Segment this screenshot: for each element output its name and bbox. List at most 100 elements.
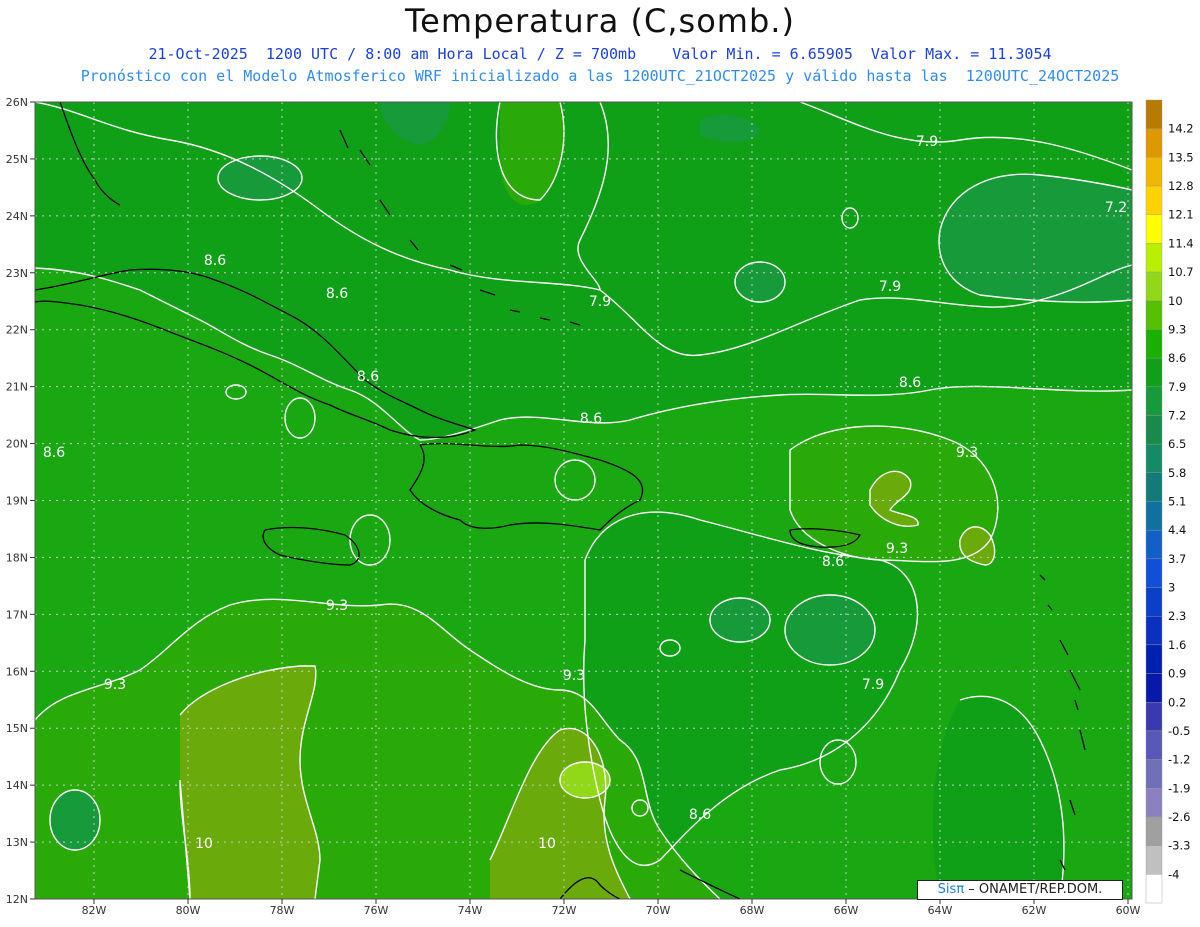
credit-badge: Sisπ – ONAMET/REP.DOM. xyxy=(917,880,1123,900)
colorbar-label: -0.5 xyxy=(1168,724,1190,738)
colorbar-swatch xyxy=(1145,759,1163,789)
colorbar-swatch xyxy=(1145,300,1163,330)
colorbar-label: 5.1 xyxy=(1168,495,1186,509)
colorbar-label: 11.4 xyxy=(1168,236,1194,250)
lat-tick-label: 22N xyxy=(6,324,28,337)
colorbar-swatch xyxy=(1145,185,1163,215)
lat-tick-label: 14N xyxy=(6,779,28,792)
colorbar-label: 10.7 xyxy=(1168,265,1194,279)
colorbar-label: 12.1 xyxy=(1168,208,1194,222)
contour-value-label: 9.3 xyxy=(104,677,126,693)
colorbar-label: -4 xyxy=(1168,867,1179,881)
lon-tick-label: 64W xyxy=(928,904,953,917)
colorbar-label: -1.9 xyxy=(1168,781,1190,795)
lat-tick-label: 25N xyxy=(6,153,28,166)
colorbar-swatch xyxy=(1145,816,1163,846)
contour-value-label: 9.3 xyxy=(326,598,348,614)
colorbar-label: 3 xyxy=(1168,581,1175,595)
colorbar-swatch xyxy=(1145,845,1163,875)
credit-text: – ONAMET/REP.DOM. xyxy=(968,882,1103,897)
colorbar-swatch xyxy=(1145,644,1163,674)
colorbar-swatch xyxy=(1145,874,1163,904)
lon-tick-label: 66W xyxy=(834,904,859,917)
lat-tick-label: 26N xyxy=(6,96,28,109)
colorbar-label: 8.6 xyxy=(1168,351,1186,365)
colorbar-swatch xyxy=(1145,730,1163,760)
colorbar-label: 13.5 xyxy=(1168,150,1194,164)
colorbar-label: 2.3 xyxy=(1168,609,1186,623)
colorbar-label: 7.2 xyxy=(1168,408,1186,422)
colorbar-label: 3.7 xyxy=(1168,552,1186,566)
contour-value-label: 9.3 xyxy=(956,445,978,461)
lat-tick-label: 18N xyxy=(6,551,28,564)
colorbar-swatch xyxy=(1145,243,1163,273)
contour-value-label: 8.6 xyxy=(822,554,844,570)
lon-tick-label: 74W xyxy=(458,904,483,917)
colorbar-label: 0.9 xyxy=(1168,667,1186,681)
colorbar-swatch xyxy=(1145,702,1163,732)
longitude-axis: 82W 80W 78W 76W 74W 72W 70W 68W 66W 64W 62W 60W xyxy=(82,899,1141,917)
lon-tick-label: 70W xyxy=(646,904,671,917)
shade-10-west xyxy=(180,666,320,899)
contour-value-label: 8.6 xyxy=(204,253,226,269)
colorbar-label: 4.4 xyxy=(1168,523,1186,537)
colorbar-label: 0.2 xyxy=(1168,695,1186,709)
temperature-map: 8.6 8.6 8.6 8.6 8.6 7.9 7.9 7.9 7.2 8.6 9.3 9.3 8.6 9… xyxy=(6,96,1194,917)
contour-value-label: 10 xyxy=(538,836,556,852)
contour-value-label: 7.9 xyxy=(916,134,938,150)
colorbar-label: 7.9 xyxy=(1168,380,1186,394)
lat-tick-label: 16N xyxy=(6,665,28,678)
contour-value-label: 7.2 xyxy=(1105,200,1127,216)
contour-value-label: 8.6 xyxy=(899,375,921,391)
contour-value-label: 8.6 xyxy=(43,445,65,461)
contour-value-label: 10 xyxy=(195,836,213,852)
credit-sis: Sis xyxy=(937,882,957,897)
lat-tick-label: 21N xyxy=(6,381,28,394)
credit-pi: π xyxy=(956,882,965,897)
lon-tick-label: 72W xyxy=(552,904,577,917)
lat-tick-label: 24N xyxy=(6,210,28,223)
colorbar-swatch xyxy=(1145,558,1163,588)
colorbar-swatch xyxy=(1145,587,1163,617)
contour-value-label: 7.9 xyxy=(862,677,884,693)
colorbar-swatch xyxy=(1145,386,1163,416)
colorbar-swatch xyxy=(1145,357,1163,387)
colorbar-label: 12.8 xyxy=(1168,179,1194,193)
contour-value-label: 8.6 xyxy=(357,369,379,385)
colorbar-label: 9.3 xyxy=(1168,322,1186,336)
lon-tick-label: 78W xyxy=(270,904,295,917)
colorbar-swatch xyxy=(1145,472,1163,502)
lon-tick-label: 82W xyxy=(82,904,107,917)
colorbar-swatch xyxy=(1145,788,1163,818)
lat-tick-label: 15N xyxy=(6,722,28,735)
colorbar: 14.2 13.5 12.8 12.1 11.4 10.7 10 9.3 8.6 7.9 7.2 6.… xyxy=(1145,99,1194,904)
colorbar-swatch xyxy=(1145,214,1163,244)
lat-tick-label: 23N xyxy=(6,267,28,280)
colorbar-label: -3.3 xyxy=(1168,839,1190,853)
contour-value-label: 9.3 xyxy=(886,541,908,557)
lat-tick-label: 12N xyxy=(6,893,28,906)
contour-value-label: 8.6 xyxy=(326,286,348,302)
contour-value-label: 8.6 xyxy=(580,411,602,427)
colorbar-swatch xyxy=(1145,415,1163,445)
latitude-axis: 26N 25N 24N 23N 22N 21N 20N 19N 18N 17N 16N 15N 14N 1… xyxy=(6,96,35,906)
colorbar-swatch xyxy=(1145,271,1163,301)
colorbar-swatch xyxy=(1145,616,1163,646)
colorbar-label: 5.8 xyxy=(1168,466,1186,480)
contour-value-label: 9.3 xyxy=(563,668,585,684)
lon-tick-label: 80W xyxy=(176,904,201,917)
contour-value-label: 7.9 xyxy=(589,294,611,310)
colorbar-swatch xyxy=(1145,443,1163,474)
colorbar-swatch xyxy=(1145,673,1163,703)
lon-tick-label: 60W xyxy=(1116,904,1141,917)
colorbar-label: 10 xyxy=(1168,294,1183,308)
lat-tick-label: 13N xyxy=(6,836,28,849)
colorbar-swatch xyxy=(1145,529,1163,560)
colorbar-swatch xyxy=(1145,157,1163,187)
colorbar-label: 14.2 xyxy=(1168,122,1194,136)
contour-value-label: 7.9 xyxy=(879,279,901,295)
colorbar-label: 6.5 xyxy=(1168,437,1186,451)
colorbar-swatch xyxy=(1145,329,1163,359)
contour-value-label: 8.6 xyxy=(689,807,711,823)
lat-tick-label: 20N xyxy=(6,438,28,451)
